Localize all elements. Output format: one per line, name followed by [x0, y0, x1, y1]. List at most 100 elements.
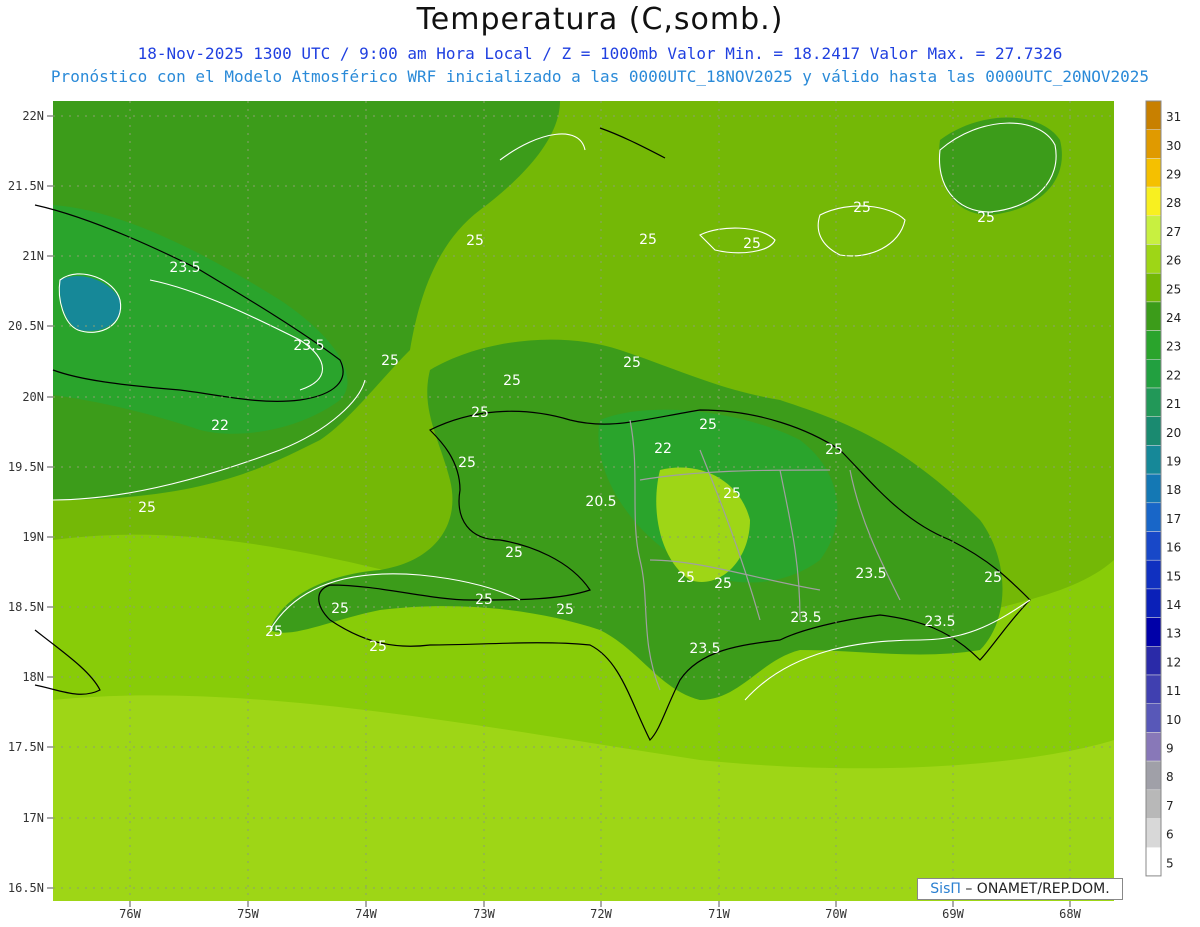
colorbar-level-label: 10	[1166, 713, 1181, 727]
lat-label: 17.5N	[8, 740, 44, 754]
contour-label: 23.5	[924, 614, 955, 630]
lon-label: 71W	[708, 907, 730, 921]
colorbar-swatch	[1145, 588, 1162, 618]
colorbar-swatch	[1145, 416, 1162, 446]
lat-label: 21.5N	[8, 179, 44, 193]
colorbar-swatch	[1145, 846, 1162, 877]
lat-label: 19N	[22, 530, 44, 544]
lon-label: 75W	[237, 907, 259, 921]
colorbar-swatch	[1145, 760, 1162, 791]
lon-label: 68W	[1059, 907, 1081, 921]
colorbar-level-label: 14	[1166, 598, 1181, 612]
colorbar-swatch	[1145, 473, 1162, 504]
colorbar-swatch	[1145, 244, 1162, 274]
colorbar-swatch	[1145, 818, 1162, 848]
colorbar-swatch	[1145, 559, 1162, 590]
colorbar-level-label: 22	[1166, 368, 1181, 382]
lat-label: 19.5N	[8, 460, 44, 474]
colorbar-swatch	[1145, 215, 1162, 245]
lon-label: 72W	[590, 907, 612, 921]
colorbar-level-label: 28	[1166, 196, 1181, 210]
colorbar-level-label: 18	[1166, 483, 1181, 497]
contour-label: 25	[381, 353, 399, 369]
contour-label: 25	[265, 624, 283, 640]
colorbar-level-label: 9	[1166, 741, 1174, 755]
lat-label: 16.5N	[8, 881, 44, 895]
lat-label: 20.5N	[8, 319, 44, 333]
colorbar-level-label: 29	[1166, 167, 1181, 181]
colorbar-swatch	[1145, 272, 1162, 303]
colorbar-swatch	[1145, 301, 1162, 331]
contour-label: 25	[369, 639, 387, 655]
contour-label: 25	[699, 417, 717, 433]
colorbar-level-label: 20	[1166, 426, 1181, 440]
colorbar-level-label: 30	[1166, 139, 1181, 153]
colorbar-swatch	[1145, 129, 1162, 159]
contour-label: 25	[984, 570, 1002, 586]
lon-label: 69W	[942, 907, 964, 921]
credit-text: – ONAMET/REP.DOM.	[960, 881, 1110, 897]
contour-label: 20.5	[585, 494, 616, 510]
contour-label: 22	[654, 441, 672, 457]
contour-label: 23.5	[169, 260, 200, 276]
colorbar-level-label: 19	[1166, 454, 1181, 468]
contour-label: 25	[723, 486, 741, 502]
contour-label: 23.5	[855, 566, 886, 582]
contour-label: 23.5	[293, 338, 324, 354]
contour-label: 25	[503, 373, 521, 389]
colorbar-level-label: 12	[1166, 655, 1181, 669]
colorbar-swatch	[1145, 732, 1162, 762]
credit-brand: SisΠ	[930, 881, 961, 897]
contour-label: 25	[331, 601, 349, 617]
contour-label: 25	[677, 570, 695, 586]
colorbar-level-label: 27	[1166, 225, 1181, 239]
lat-label: 20N	[22, 390, 44, 404]
lat-label: 18N	[22, 670, 44, 684]
colorbar-swatch	[1145, 646, 1162, 676]
colorbar-level-label: 13	[1166, 627, 1181, 641]
contour-label: 23.5	[790, 610, 821, 626]
colorbar-swatch	[1145, 445, 1162, 475]
lon-label: 76W	[119, 907, 141, 921]
contour-label: 25	[471, 405, 489, 421]
lon-label: 74W	[355, 907, 377, 921]
colorbar-level-label: 24	[1166, 311, 1181, 325]
colorbar-level-label: 6	[1166, 828, 1174, 842]
colorbar-swatch	[1145, 502, 1162, 532]
contour-label: 25	[556, 602, 574, 618]
credit-box: SisΠ – ONAMET/REP.DOM.	[917, 878, 1123, 900]
colorbar-level-label: 17	[1166, 512, 1181, 526]
colorbar-level-label: 25	[1166, 282, 1181, 296]
lat-label: 17N	[22, 811, 44, 825]
colorbar-swatch	[1145, 387, 1162, 417]
colorbar-level-label: 15	[1166, 569, 1181, 583]
colorbar-swatch	[1145, 674, 1162, 704]
colorbar-level-label: 26	[1166, 254, 1181, 268]
contour-label: 25	[825, 442, 843, 458]
colorbar-swatch	[1145, 100, 1162, 130]
lon-label: 70W	[825, 907, 847, 921]
contour-label: 25	[639, 232, 657, 248]
colorbar-swatch	[1145, 186, 1162, 217]
colorbar-level-label: 11	[1166, 684, 1181, 698]
colorbar-level-label: 16	[1166, 541, 1181, 555]
lon-label: 73W	[473, 907, 495, 921]
colorbar-swatch	[1145, 359, 1162, 389]
colorbar-swatch	[1145, 703, 1162, 733]
colorbar-level-label: 5	[1166, 856, 1174, 870]
colorbar: 31 30 29 28 27 26 25 24 23 22 21 20 19 18 17 16 15 14 13 12…	[1145, 100, 1181, 877]
temperature-map: 22N 21.5N 21N 20.5N 20N 19.5N 19N 18.5N 18N 17.5N…	[8, 100, 1181, 921]
colorbar-level-label: 31	[1166, 110, 1181, 124]
lat-label: 22N	[22, 109, 44, 123]
colorbar-swatch	[1145, 617, 1162, 647]
colorbar-level-label: 21	[1166, 397, 1181, 411]
lat-label: 21N	[22, 249, 44, 263]
colorbar-swatch	[1145, 158, 1162, 188]
contour-label: 25	[714, 576, 732, 592]
contour-label: 25	[853, 200, 871, 216]
contour-label: 25	[743, 236, 761, 252]
contour-label: 25	[466, 233, 484, 249]
colorbar-level-label: 8	[1166, 770, 1174, 784]
contour-label: 23.5	[689, 641, 720, 657]
lat-label: 18.5N	[8, 600, 44, 614]
